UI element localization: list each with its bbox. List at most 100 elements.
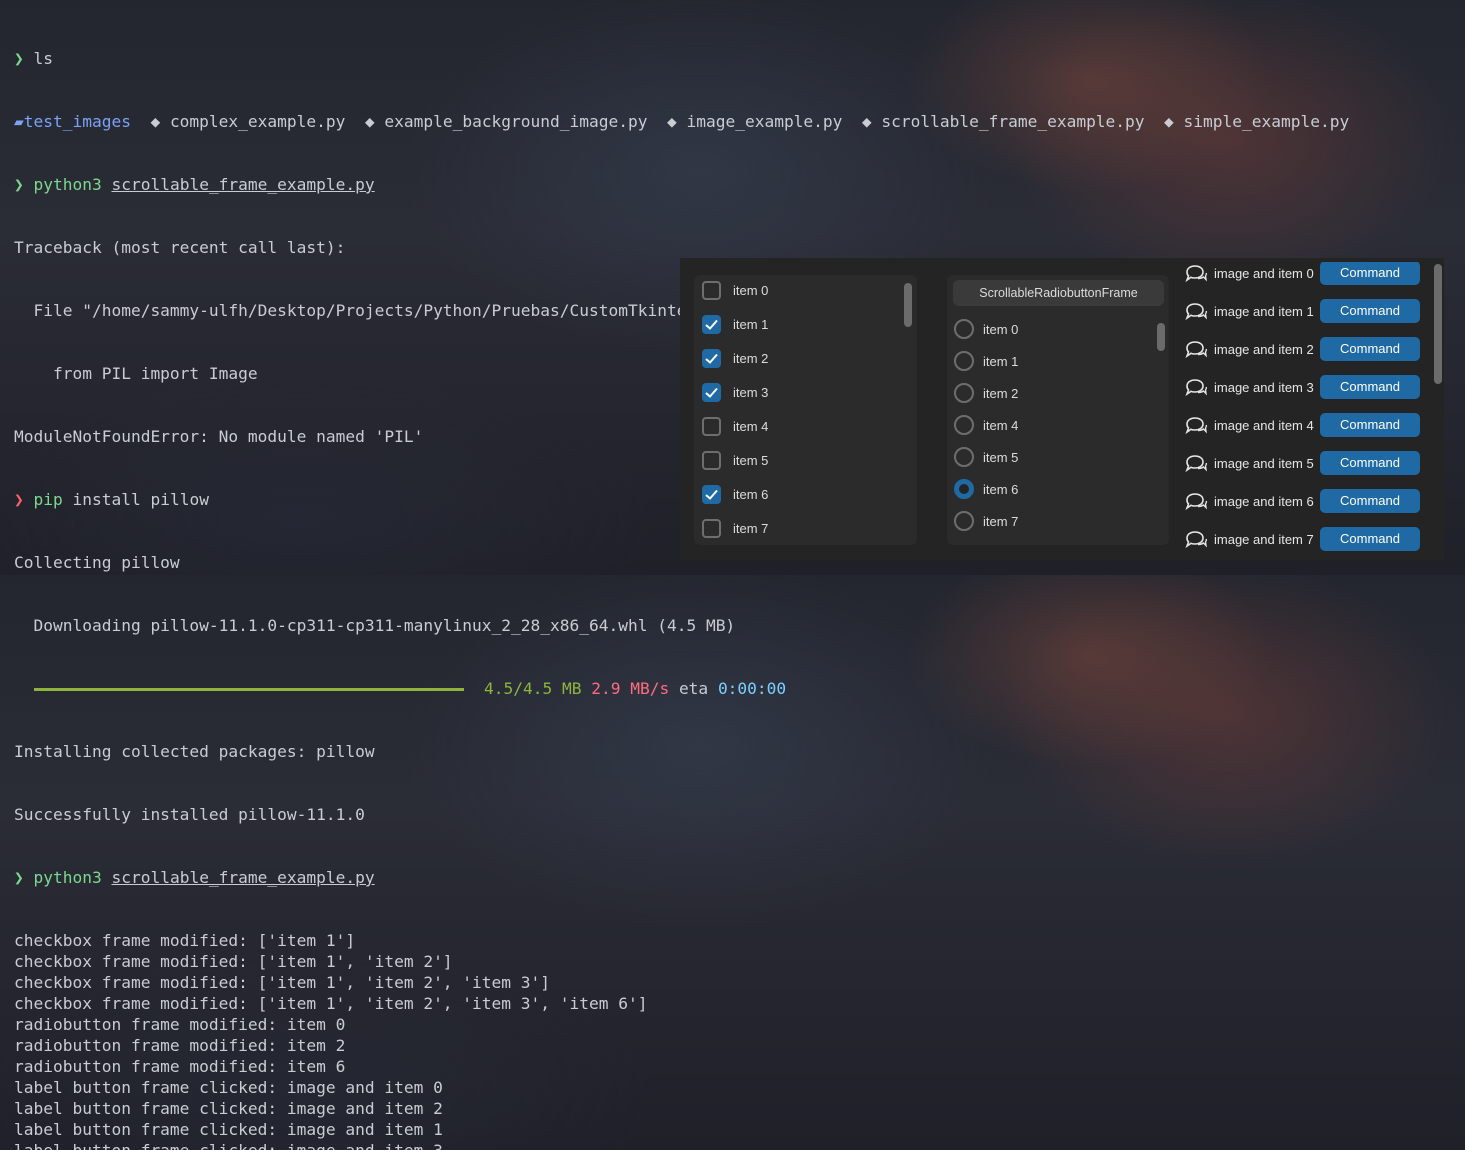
row-label-text: image and item 7 [1214, 531, 1314, 547]
checkbox-checked[interactable] [702, 484, 721, 504]
command-button[interactable]: Command [1320, 337, 1420, 361]
image-label: image and item 6 [1184, 491, 1320, 511]
output-line: checkbox frame modified: ['item 1'] [14, 931, 356, 950]
command-arg: scrollable_frame_example.py [111, 868, 375, 887]
chat-bubble-icon [1185, 455, 1208, 473]
checkbox-checked[interactable] [702, 314, 721, 334]
image-label: image and item 0 [1184, 263, 1320, 283]
output-line: radiobutton frame modified: item 0 [14, 1015, 346, 1034]
command-arg: scrollable_frame_example.py [111, 175, 375, 194]
checkbox-item[interactable]: item 2 [702, 346, 768, 370]
download-progress-bar [34, 688, 464, 691]
checkbox-label: item 5 [733, 452, 769, 468]
command-button[interactable]: Command [1320, 489, 1420, 513]
row-label-text: image and item 0 [1214, 265, 1314, 281]
command-button[interactable]: Command [1320, 527, 1420, 551]
download-size: 4.5/4.5 MB [484, 679, 582, 698]
scrollable-checkbox-frame[interactable]: item 0 item 1 item 2 item 3 item 4 item 5 item… [694, 275, 917, 545]
radio-unselected[interactable] [954, 383, 974, 403]
checkbox-frame-scrollbar[interactable] [904, 283, 912, 327]
label-button-row: image and item 5 Command [1184, 450, 1420, 476]
output-line: radiobutton frame modified: item 6 [14, 1057, 346, 1076]
label-button-row: image and item 3 Command [1184, 374, 1420, 400]
scrollable-radiobutton-frame[interactable]: ScrollableRadiobuttonFrame item 0 item 1 i… [947, 275, 1169, 545]
radiobutton-item[interactable]: item 5 [954, 445, 1018, 469]
checkbox-unchecked[interactable] [702, 450, 721, 470]
python-file-icon: ◆ [130, 112, 170, 131]
checkbox-label: item 2 [733, 350, 769, 366]
scrollable-label-button-frame[interactable]: image and item 0 Command image and item 1 C… [1184, 262, 1444, 560]
label-button-row: image and item 4 Command [1184, 412, 1420, 438]
radiobutton-item[interactable]: item 7 [954, 509, 1018, 533]
terminal-output: ❯ ls ▰test_images ◆ complex_example.py ◆… [14, 6, 1454, 1150]
radiobutton-label: item 5 [983, 449, 1019, 465]
success-line: Successfully installed pillow-11.1.0 [14, 805, 365, 824]
checkbox-label: item 1 [733, 316, 769, 332]
label-button-row: image and item 0 Command [1184, 262, 1420, 286]
chat-bubble-icon [1185, 417, 1208, 435]
command-text: python3 [33, 868, 102, 887]
label-button-row: image and item 6 Command [1184, 488, 1420, 514]
command-button[interactable]: Command [1320, 413, 1420, 437]
radiobutton-label: item 0 [983, 321, 1019, 337]
radio-unselected[interactable] [954, 351, 974, 371]
checkbox-item[interactable]: item 7 [702, 516, 768, 540]
checkbox-unchecked[interactable] [702, 416, 721, 436]
eta-value: 0:00:00 [717, 679, 787, 698]
ls-file-entry: ◆ example_background_image.py [345, 112, 648, 131]
checkbox-label: item 6 [733, 486, 769, 502]
progress-line: 4.5/4.5 MB 2.9 MB/s eta 0:00:00 [14, 678, 1454, 699]
ls-entry-name: image_example.py [686, 112, 843, 131]
radiobutton-item[interactable]: item 6 [954, 477, 1018, 501]
command-button[interactable]: Command [1320, 451, 1420, 475]
radiobutton-label: item 4 [983, 417, 1019, 433]
row-label-text: image and item 1 [1214, 303, 1314, 319]
radio-unselected[interactable] [954, 319, 974, 339]
radiobutton-item[interactable]: item 0 [954, 317, 1018, 341]
installing-line: Installing collected packages: pillow [14, 742, 375, 761]
command-button[interactable]: Command [1320, 375, 1420, 399]
output-line: radiobutton frame modified: item 2 [14, 1036, 346, 1055]
checkbox-checked[interactable] [702, 382, 721, 402]
radio-unselected[interactable] [954, 447, 974, 467]
checkbox-item[interactable]: item 3 [702, 380, 768, 404]
chat-bubble-icon [1185, 303, 1208, 321]
checkbox-unchecked[interactable] [702, 518, 721, 538]
checkbox-item[interactable]: item 0 [702, 278, 768, 302]
radiobutton-item[interactable]: item 2 [954, 381, 1018, 405]
command-button[interactable]: Command [1320, 299, 1420, 323]
program-output: checkbox frame modified: ['item 1'] check… [14, 930, 1454, 1150]
prompt-symbol: ❯ [14, 490, 24, 509]
checkbox-checked[interactable] [702, 348, 721, 368]
output-line: checkbox frame modified: ['item 1', 'ite… [14, 952, 453, 971]
terminal-line: ❯ python3 scrollable_frame_example.py [14, 867, 1454, 888]
checkbox-label: item 7 [733, 520, 769, 536]
row-label-text: image and item 2 [1214, 341, 1314, 357]
radiobutton-label: item 1 [983, 353, 1019, 369]
radio-unselected[interactable] [954, 511, 974, 531]
radio-frame-scrollbar[interactable] [1157, 323, 1165, 351]
label-frame-scrollbar[interactable] [1434, 264, 1442, 384]
radiobutton-item[interactable]: item 1 [954, 349, 1018, 373]
image-label: image and item 2 [1184, 339, 1320, 359]
ls-entry-name: scrollable_frame_example.py [881, 112, 1145, 131]
traceback-header: Traceback (most recent call last): [14, 238, 346, 257]
ls-file-entry: ◆ simple_example.py [1144, 112, 1349, 131]
checkbox-item[interactable]: item 5 [702, 448, 768, 472]
radio-selected[interactable] [954, 479, 974, 499]
folder-icon: ▰ [14, 112, 24, 131]
command-button[interactable]: Command [1320, 262, 1420, 285]
command-text: python3 [33, 175, 102, 194]
checkbox-unchecked[interactable] [702, 280, 721, 300]
radiobutton-item[interactable]: item 4 [954, 413, 1018, 437]
output-line: label button frame clicked: image and it… [14, 1099, 443, 1118]
image-label: image and item 3 [1184, 377, 1320, 397]
command-text: ls [33, 49, 54, 68]
checkbox-item[interactable]: item 6 [702, 482, 768, 506]
prompt-symbol: ❯ [14, 175, 24, 194]
ls-output: ▰test_images ◆ complex_example.py ◆ exam… [14, 111, 1454, 132]
python-file-icon: ◆ [1144, 112, 1184, 131]
checkbox-item[interactable]: item 1 [702, 312, 768, 336]
radio-unselected[interactable] [954, 415, 974, 435]
checkbox-item[interactable]: item 4 [702, 414, 768, 438]
